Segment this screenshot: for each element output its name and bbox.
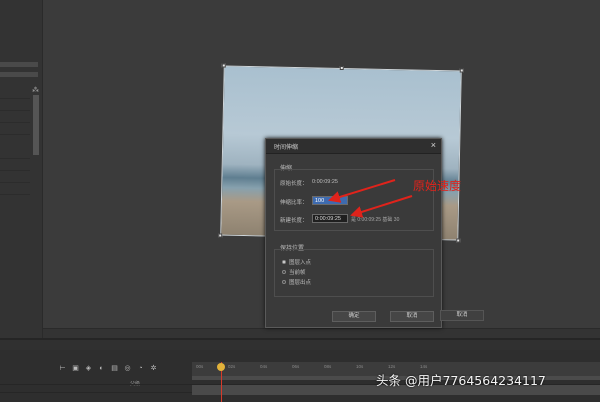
ruler-tick: 12s	[388, 364, 396, 369]
motion-blur-icon[interactable]: ◎	[123, 364, 132, 373]
project-row[interactable]	[0, 158, 30, 169]
ruler-tick: 04s	[260, 364, 268, 369]
panel-divider	[0, 72, 38, 77]
ok-button[interactable]: 确定	[332, 311, 376, 322]
cancel-button-duplicate[interactable]: 取消	[440, 310, 484, 321]
watermark: 头条 @用户7764564234117	[376, 373, 546, 388]
ruler-tick: 00s	[196, 364, 204, 369]
original-duration-label: 原始长度：	[280, 181, 308, 187]
timeline-tabs	[0, 340, 600, 350]
stretch-factor-input[interactable]: 100	[312, 196, 348, 205]
hold-option-label: 图层出点	[289, 280, 312, 286]
hold-option-layer-out[interactable]: 图层出点	[282, 278, 311, 286]
dialog-title: 时间伸缩	[274, 145, 299, 151]
project-panel: ⁂	[0, 0, 43, 338]
graph-editor-icon[interactable]: ◔	[136, 364, 145, 373]
brainstorm-icon[interactable]: ✲	[149, 364, 158, 373]
panel-menu-icon[interactable]: ⁂	[32, 86, 39, 94]
draft-3d-icon[interactable]: ◈	[84, 364, 93, 373]
radio-icon	[282, 270, 286, 274]
panel-divider	[0, 62, 38, 67]
project-row[interactable]	[0, 134, 30, 145]
transform-handle[interactable]	[459, 68, 464, 73]
cancel-button[interactable]: 取消	[390, 311, 434, 322]
frame-blending-icon[interactable]: ▤	[110, 364, 119, 373]
transform-handle[interactable]	[221, 63, 226, 68]
project-row[interactable]	[0, 182, 30, 193]
search-layers-icon[interactable]: ⊢	[58, 364, 67, 373]
project-scrollbar[interactable]	[33, 95, 39, 155]
transform-handle[interactable]	[456, 238, 461, 243]
ruler-tick: 10s	[356, 364, 364, 369]
project-row[interactable]	[0, 194, 30, 205]
comp-mini-flowchart-icon[interactable]: ▣	[71, 364, 80, 373]
transform-handle[interactable]	[218, 233, 223, 238]
new-duration-label: 新建长度：	[280, 218, 308, 224]
playhead-handle[interactable]	[217, 363, 225, 371]
stretch-factor-label: 伸缩比率：	[280, 200, 308, 206]
ruler-tick: 02s	[228, 364, 236, 369]
ruler-tick: 08s	[324, 364, 332, 369]
original-duration-value: 0:00:09:25	[312, 179, 338, 185]
project-row[interactable]	[0, 98, 30, 109]
viewer-toolbar	[43, 328, 600, 338]
ruler-tick: 14s	[420, 364, 428, 369]
radio-icon	[282, 280, 286, 284]
shy-layers-icon[interactable]: ◐	[97, 364, 106, 373]
transform-handle[interactable]	[339, 65, 344, 71]
annotation-label: 原始速度	[413, 179, 462, 193]
radio-selected-icon	[282, 260, 286, 264]
timeline-switches: ⊢ ▣ ◈ ◐ ▤ ◎ ◔ ✲	[58, 362, 158, 374]
new-duration-note: 是 0:00:09:25 基础 30	[351, 217, 400, 223]
project-row[interactable]	[0, 170, 30, 181]
dialog-titlebar[interactable]: 时间伸缩 ×	[266, 139, 441, 154]
time-stretch-dialog: 时间伸缩 × 伸缩 原始长度： 0:00:09:25 伸缩比率： 100 新建长…	[265, 138, 442, 328]
hold-option-current-frame[interactable]: 当前帧	[282, 268, 306, 276]
close-icon[interactable]: ×	[431, 140, 436, 150]
hold-option-layer-in[interactable]: 图层入点	[282, 258, 311, 266]
new-duration-input[interactable]: 0:00:09:25	[312, 214, 348, 223]
project-row[interactable]	[0, 110, 30, 121]
hold-option-label: 图层入点	[289, 260, 312, 266]
ruler-tick: 06s	[292, 364, 300, 369]
project-row[interactable]	[0, 122, 30, 133]
hold-option-label: 当前帧	[289, 270, 306, 276]
